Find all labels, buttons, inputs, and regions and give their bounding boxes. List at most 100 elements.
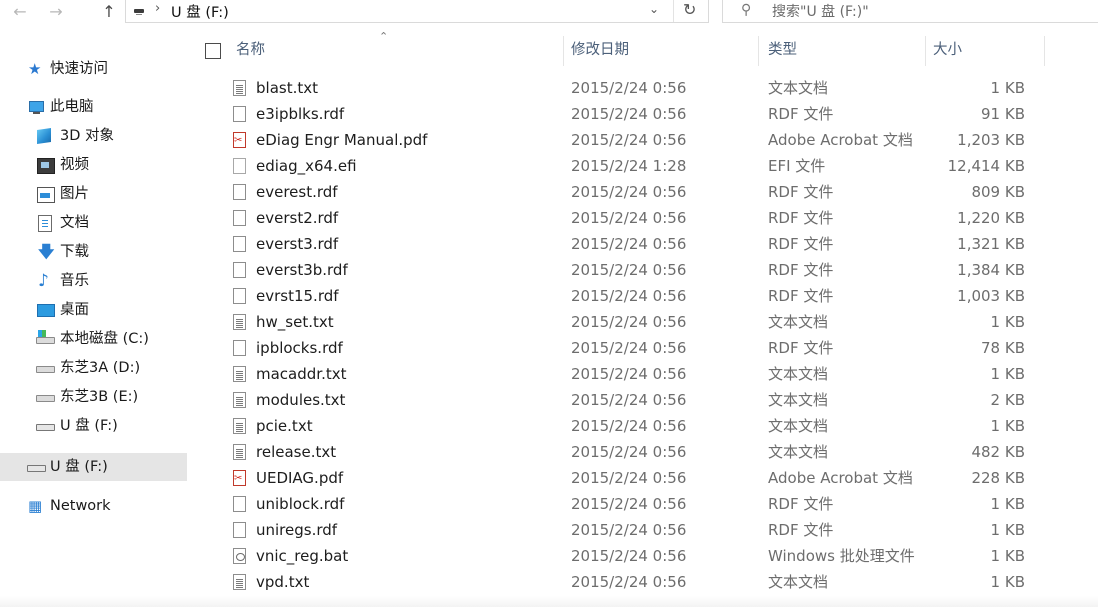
file-size: 1,321 KB bbox=[957, 235, 1025, 253]
file-row[interactable]: eDiag Engr Manual.pdf 2015/2/24 0:56 Adobe… bbox=[228, 127, 1098, 154]
file-row[interactable]: UEDIAG.pdf 2015/2/24 0:56 Adobe Acrobat 文档… bbox=[228, 465, 1098, 492]
nav-music[interactable]: ♪ 音乐 bbox=[36, 267, 186, 295]
file-size: 1,384 KB bbox=[957, 261, 1025, 279]
file-type: 文本文档 bbox=[768, 79, 829, 97]
nav-3d-objects[interactable]: 3D 对象 bbox=[36, 122, 186, 150]
file-type: RDF 文件 bbox=[768, 183, 834, 201]
file-modified-date: 2015/2/24 0:56 bbox=[571, 547, 687, 565]
forward-button[interactable]: → bbox=[45, 2, 67, 22]
file-modified-date: 2015/2/24 0:56 bbox=[571, 339, 687, 357]
nav-drive-c[interactable]: 本地磁盘 (C:) bbox=[36, 325, 186, 353]
desktop-icon bbox=[37, 304, 55, 317]
file-row[interactable]: uniblock.rdf 2015/2/24 0:56 RDF 文件 1 KB bbox=[228, 491, 1098, 517]
nav-downloads[interactable]: 🡇 下载 bbox=[36, 238, 186, 266]
breadcrumb-current[interactable]: U 盘 (F:) bbox=[171, 1, 229, 22]
back-button[interactable]: ← bbox=[9, 2, 31, 22]
file-name: eDiag Engr Manual.pdf bbox=[256, 131, 428, 149]
address-bar[interactable]: › U 盘 (F:) ⌄ ↻ bbox=[125, 0, 709, 23]
file-row[interactable]: modules.txt 2015/2/24 0:56 文本文档 2 KB bbox=[228, 387, 1098, 413]
file-size: 1 KB bbox=[990, 313, 1025, 331]
file-size: 1 KB bbox=[990, 495, 1025, 513]
nav-desktop[interactable]: 桌面 bbox=[36, 296, 186, 324]
file-modified-date: 2015/2/24 0:56 bbox=[571, 261, 687, 279]
file-row[interactable]: everst3b.rdf 2015/2/24 0:56 RDF 文件 1,384 KB bbox=[228, 257, 1098, 283]
file-row[interactable]: everest.rdf 2015/2/24 0:56 RDF 文件 809 KB bbox=[228, 179, 1098, 205]
column-header-modified[interactable]: 修改日期 bbox=[571, 36, 751, 64]
file-name: vnic_reg.bat bbox=[256, 547, 349, 565]
column-divider[interactable] bbox=[758, 36, 759, 66]
file-row[interactable]: evrst15.rdf 2015/2/24 0:56 RDF 文件 1,003 KB bbox=[228, 283, 1098, 309]
file-row[interactable]: vnic_reg.bat 2015/2/24 0:56 Windows 批处理文件 1… bbox=[228, 543, 1098, 569]
file-modified-date: 2015/2/24 0:56 bbox=[571, 573, 687, 591]
file-row[interactable]: hw_set.txt 2015/2/24 0:56 文本文档 1 KB bbox=[228, 309, 1098, 335]
file-row[interactable]: macaddr.txt 2015/2/24 0:56 文本文档 1 KB bbox=[228, 361, 1098, 387]
file-modified-date: 2015/2/24 0:56 bbox=[571, 131, 687, 149]
file-row[interactable]: vpd.txt 2015/2/24 0:56 文本文档 1 KB bbox=[228, 569, 1098, 595]
file-row[interactable]: everst2.rdf 2015/2/24 0:56 RDF 文件 1,220 KB bbox=[228, 205, 1098, 231]
column-divider[interactable] bbox=[925, 36, 926, 66]
column-divider[interactable] bbox=[563, 36, 564, 66]
nav-label: 桌面 bbox=[60, 302, 89, 318]
file-type: 文本文档 bbox=[768, 313, 829, 331]
file-size: 1 KB bbox=[990, 365, 1025, 383]
pdf-file-icon bbox=[233, 128, 246, 154]
nav-label: 东芝3B (E:) bbox=[60, 389, 139, 405]
nav-drive-e[interactable]: 东芝3B (E:) bbox=[36, 383, 186, 411]
file-row[interactable]: blast.txt 2015/2/24 0:56 文本文档 1 KB bbox=[228, 75, 1098, 101]
nav-network[interactable]: ▦ Network bbox=[28, 492, 178, 520]
file-modified-date: 2015/2/24 0:56 bbox=[571, 209, 687, 227]
file-modified-date: 2015/2/24 1:28 bbox=[571, 157, 687, 175]
nav-usb-drive-root[interactable]: U 盘 (F:) bbox=[0, 453, 187, 481]
file-type: RDF 文件 bbox=[768, 261, 834, 279]
rdf-file-icon bbox=[233, 106, 246, 122]
file-row[interactable]: ediag_x64.efi 2015/2/24 1:28 EFI 文件 12,414 … bbox=[228, 153, 1098, 179]
navigation-pane: ★ 快速访问 此电脑 3D 对象 视频 图片 文档 🡇 下载 ♪ 音乐 桌面 本… bbox=[0, 26, 190, 607]
txt-file-icon bbox=[233, 80, 246, 96]
column-header-name[interactable]: 名称 bbox=[236, 36, 556, 64]
txt-file-icon bbox=[233, 392, 246, 408]
network-icon: ▦ bbox=[28, 497, 43, 515]
file-modified-date: 2015/2/24 0:56 bbox=[571, 313, 687, 331]
nav-drive-d[interactable]: 东芝3A (D:) bbox=[36, 354, 186, 382]
arrow-up-icon: ↑ bbox=[102, 2, 116, 21]
nav-pictures[interactable]: 图片 bbox=[36, 180, 186, 208]
file-row[interactable]: uniregs.rdf 2015/2/24 0:56 RDF 文件 1 KB bbox=[228, 517, 1098, 543]
file-name: everst2.rdf bbox=[256, 209, 339, 227]
rdf-file-icon bbox=[233, 262, 246, 278]
file-name: modules.txt bbox=[256, 391, 346, 409]
nav-drive-f[interactable]: U 盘 (F:) bbox=[36, 412, 186, 440]
nav-documents[interactable]: 文档 bbox=[36, 209, 186, 237]
nav-label: 视频 bbox=[60, 157, 89, 173]
rdf-file-icon bbox=[233, 496, 246, 512]
search-placeholder[interactable]: 搜索"U 盘 (F:)" bbox=[772, 1, 869, 21]
file-row[interactable]: everst3.rdf 2015/2/24 0:56 RDF 文件 1,321 KB bbox=[228, 231, 1098, 257]
file-row[interactable]: e3ipblks.rdf 2015/2/24 0:56 RDF 文件 91 KB bbox=[228, 101, 1098, 127]
search-box[interactable]: ⚲ 搜索"U 盘 (F:)" bbox=[722, 0, 1098, 23]
file-name: everst3.rdf bbox=[256, 235, 339, 253]
file-modified-date: 2015/2/24 0:56 bbox=[571, 287, 687, 305]
up-button[interactable]: ↑ bbox=[98, 2, 120, 22]
column-header-size[interactable]: 大小 bbox=[933, 36, 1043, 64]
nav-quick-access[interactable]: ★ 快速访问 bbox=[28, 55, 178, 83]
nav-this-pc[interactable]: 此电脑 bbox=[28, 93, 178, 121]
file-size: 1,003 KB bbox=[957, 287, 1025, 305]
nav-label: 文档 bbox=[60, 215, 89, 231]
refresh-icon[interactable]: ↻ bbox=[683, 0, 696, 19]
file-row[interactable]: release.txt 2015/2/24 0:56 文本文档 482 KB bbox=[228, 439, 1098, 465]
txt-file-icon bbox=[233, 314, 246, 330]
column-divider[interactable] bbox=[1044, 36, 1045, 66]
chevron-down-icon[interactable]: ⌄ bbox=[649, 2, 659, 16]
file-row[interactable]: ipblocks.rdf 2015/2/24 0:56 RDF 文件 78 KB bbox=[228, 335, 1098, 361]
efi-file-icon bbox=[233, 158, 246, 174]
file-row[interactable]: pcie.txt 2015/2/24 0:56 文本文档 1 KB bbox=[228, 413, 1098, 439]
usb-drive-icon bbox=[134, 9, 144, 15]
file-type: RDF 文件 bbox=[768, 209, 834, 227]
select-all-checkbox[interactable] bbox=[205, 43, 221, 59]
download-icon: 🡇 bbox=[38, 242, 55, 261]
file-type: 文本文档 bbox=[768, 573, 829, 591]
file-name: e3ipblks.rdf bbox=[256, 105, 345, 123]
file-size: 12,414 KB bbox=[947, 157, 1025, 175]
column-header-type[interactable]: 类型 bbox=[768, 36, 918, 64]
bat-file-icon bbox=[233, 548, 246, 564]
nav-video[interactable]: 视频 bbox=[36, 151, 186, 179]
